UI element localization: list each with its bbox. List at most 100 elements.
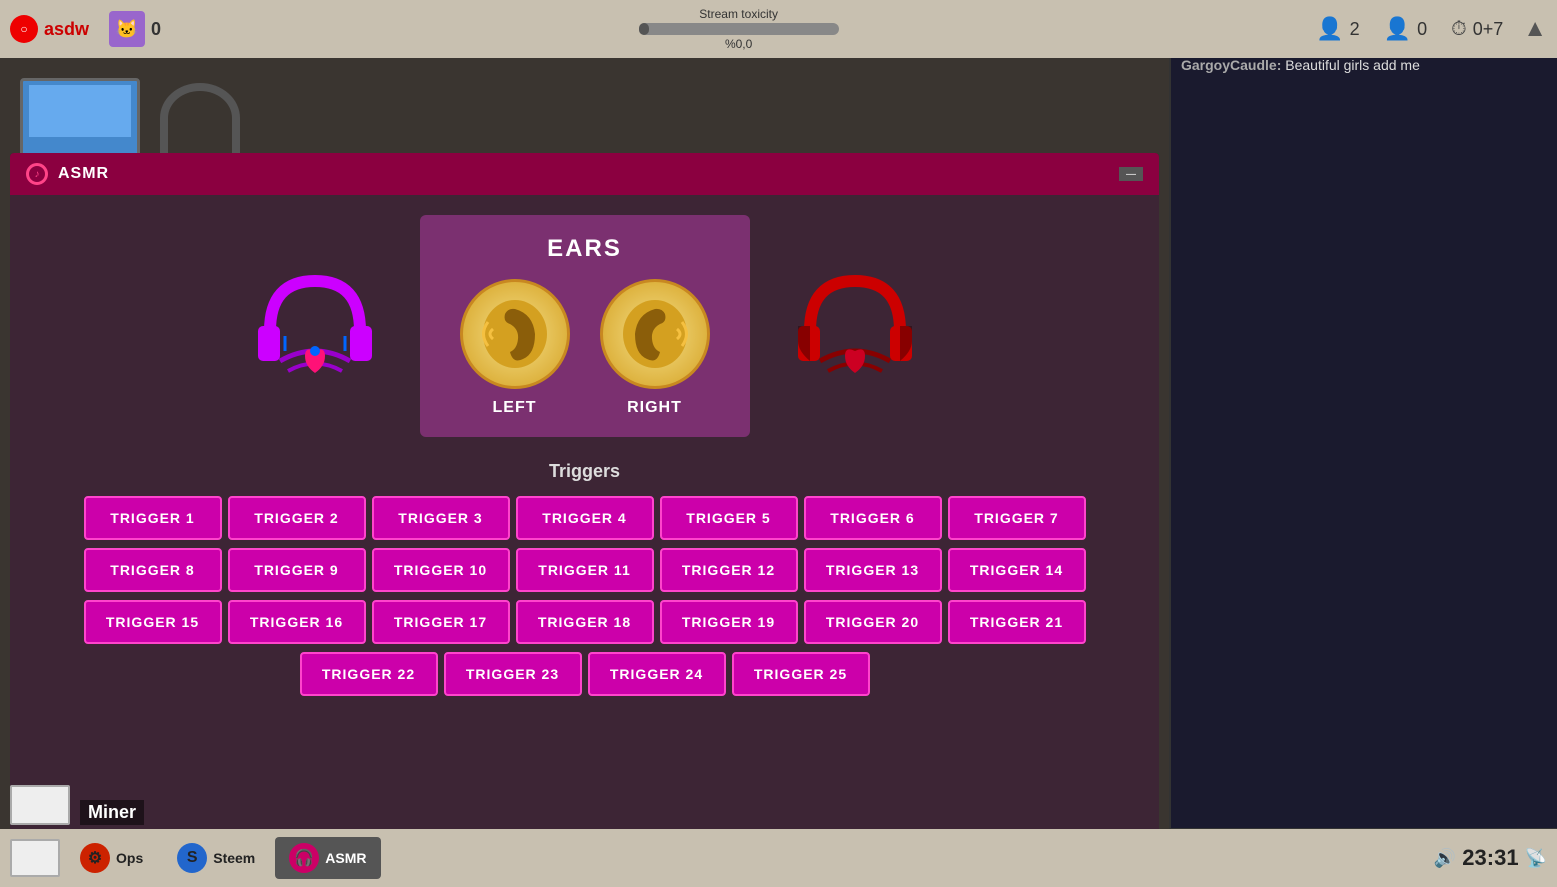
ops-label: Ops <box>116 850 143 866</box>
trigger-button[interactable]: TRIGGER 4 <box>516 496 654 540</box>
toxicity-pct: %0,0 <box>725 37 752 51</box>
trigger-row: TRIGGER 22TRIGGER 23TRIGGER 24TRIGGER 25 <box>300 652 870 696</box>
trigger-button[interactable]: TRIGGER 20 <box>804 600 942 644</box>
chat-body: GargoyCaudle: Beautiful girls add me <box>1171 46 1557 828</box>
viewers-stat: 👤 2 <box>1316 16 1359 42</box>
trigger-button[interactable]: TRIGGER 3 <box>372 496 510 540</box>
topbar: ○ asdw 🐱 0 Stream toxicity %0,0 👤 2 👤 0 … <box>0 0 1557 58</box>
clock: 23:31 <box>1462 845 1518 871</box>
headphones-gray <box>160 83 240 153</box>
trigger-button[interactable]: TRIGGER 22 <box>300 652 438 696</box>
top-stats: 👤 2 👤 0 ⏱ 0+7 <box>1316 16 1503 42</box>
broadcast-section: 📡 <box>1525 848 1547 869</box>
app-logo-icon: ○ <box>10 15 38 43</box>
asmr-titlebar: ♪ ASMR — <box>10 153 1159 195</box>
trigger-button[interactable]: TRIGGER 7 <box>948 496 1086 540</box>
trigger-button[interactable]: TRIGGER 19 <box>660 600 798 644</box>
volume-section: 🔊 <box>1434 848 1456 869</box>
headphones-red-right <box>790 261 920 391</box>
app-logo: ○ asdw <box>10 15 89 43</box>
trigger-button[interactable]: TRIGGER 13 <box>804 548 942 592</box>
collapse-button[interactable]: ▲ <box>1523 15 1547 43</box>
app-name: asdw <box>44 19 89 40</box>
trigger-button[interactable]: TRIGGER 15 <box>84 600 222 644</box>
toxicity-bar <box>639 23 839 35</box>
right-ear-label: RIGHT <box>600 399 710 417</box>
trigger-button[interactable]: TRIGGER 18 <box>516 600 654 644</box>
trigger-button[interactable]: TRIGGER 6 <box>804 496 942 540</box>
asmr-body: EARS <box>10 195 1159 853</box>
trigger-button[interactable]: TRIGGER 23 <box>444 652 582 696</box>
bot-count: 0 <box>1417 19 1427 40</box>
triggers-label: Triggers <box>30 461 1139 482</box>
broadcast-icon: 📡 <box>1525 848 1547 869</box>
asmr-title: ASMR <box>58 165 109 183</box>
right-ear-button[interactable]: RIGHT <box>600 279 710 417</box>
trigger-button[interactable]: TRIGGER 21 <box>948 600 1086 644</box>
triggers-grid: TRIGGER 1TRIGGER 2TRIGGER 3TRIGGER 4TRIG… <box>30 496 1139 696</box>
viewer-icon: 👤 <box>1316 16 1343 42</box>
left-ear-label: LEFT <box>460 399 570 417</box>
steem-button[interactable]: S Steem <box>163 837 269 879</box>
time-stat: ⏱ 0+7 <box>1451 18 1503 41</box>
chat-username: GargoyCaudle: <box>1181 57 1281 73</box>
steem-label: Steem <box>213 850 255 866</box>
bottom-bar: ⚙ Ops S Steem 🎧 ASMR 🔊 23:31 📡 <box>0 829 1557 887</box>
page-thumbnail <box>10 785 70 825</box>
trigger-button[interactable]: TRIGGER 10 <box>372 548 510 592</box>
trigger-button[interactable]: TRIGGER 1 <box>84 496 222 540</box>
volume-icon: 🔊 <box>1434 848 1456 869</box>
time-count: 0+7 <box>1473 19 1504 40</box>
ears-title: EARS <box>460 235 710 263</box>
ears-section: EARS <box>30 215 1139 437</box>
left-ear-button[interactable]: LEFT <box>460 279 570 417</box>
laptop-screen <box>29 85 132 137</box>
triggers-section: Triggers TRIGGER 1TRIGGER 2TRIGGER 3TRIG… <box>30 461 1139 696</box>
ops-button[interactable]: ⚙ Ops <box>66 837 157 879</box>
trigger-button[interactable]: TRIGGER 5 <box>660 496 798 540</box>
minimize-button[interactable]: — <box>1119 167 1143 181</box>
cat-count: 0 <box>151 19 161 40</box>
ops-icon: ⚙ <box>80 843 110 873</box>
trigger-button[interactable]: TRIGGER 8 <box>84 548 222 592</box>
trigger-row: TRIGGER 8TRIGGER 9TRIGGER 10TRIGGER 11TR… <box>84 548 1086 592</box>
trigger-row: TRIGGER 15TRIGGER 16TRIGGER 17TRIGGER 18… <box>84 600 1086 644</box>
trigger-button[interactable]: TRIGGER 9 <box>228 548 366 592</box>
right-ear-circle <box>600 279 710 389</box>
trigger-button[interactable]: TRIGGER 2 <box>228 496 366 540</box>
bots-stat: 👤 0 <box>1384 16 1427 42</box>
left-ear-circle <box>460 279 570 389</box>
miner-label: Miner <box>80 800 144 825</box>
toxicity-label: Stream toxicity <box>699 7 778 21</box>
asmr-icon: ♪ <box>26 163 48 185</box>
toxicity-fill <box>639 23 649 35</box>
asmr-bottom-label: ASMR <box>325 850 366 866</box>
stream-chat-panel: T Stream Chat GargoyCaudle: Beautiful gi… <box>1169 0 1557 887</box>
ears-row: LEFT <box>460 279 710 417</box>
chat-message: GargoyCaudle: Beautiful girls add me <box>1181 56 1547 76</box>
toxicity-section: Stream toxicity %0,0 <box>181 7 1296 51</box>
trigger-button[interactable]: TRIGGER 11 <box>516 548 654 592</box>
trigger-row: TRIGGER 1TRIGGER 2TRIGGER 3TRIGGER 4TRIG… <box>84 496 1086 540</box>
main-content: ♪ ASMR — <box>0 58 1169 887</box>
page-thumb-bottom <box>10 839 60 877</box>
ears-box: EARS <box>420 215 750 437</box>
trigger-button[interactable]: TRIGGER 17 <box>372 600 510 644</box>
trigger-button[interactable]: TRIGGER 16 <box>228 600 366 644</box>
bot-icon: 👤 <box>1384 16 1411 42</box>
trigger-button[interactable]: TRIGGER 14 <box>948 548 1086 592</box>
cat-section: 🐱 0 <box>109 11 161 47</box>
laptop-image <box>20 78 140 158</box>
trigger-button[interactable]: TRIGGER 12 <box>660 548 798 592</box>
steem-icon: S <box>177 843 207 873</box>
asmr-panel: ♪ ASMR — <box>10 153 1159 857</box>
headphones-blue-left <box>250 261 380 391</box>
trigger-button[interactable]: TRIGGER 24 <box>588 652 726 696</box>
cat-icon: 🐱 <box>109 11 145 47</box>
viewer-count: 2 <box>1350 19 1360 40</box>
asmr-button[interactable]: 🎧 ASMR <box>275 837 380 879</box>
trigger-button[interactable]: TRIGGER 25 <box>732 652 870 696</box>
asmr-bottom-icon: 🎧 <box>289 843 319 873</box>
clock-icon: ⏱ <box>1451 18 1467 41</box>
top-strip <box>0 58 1169 158</box>
